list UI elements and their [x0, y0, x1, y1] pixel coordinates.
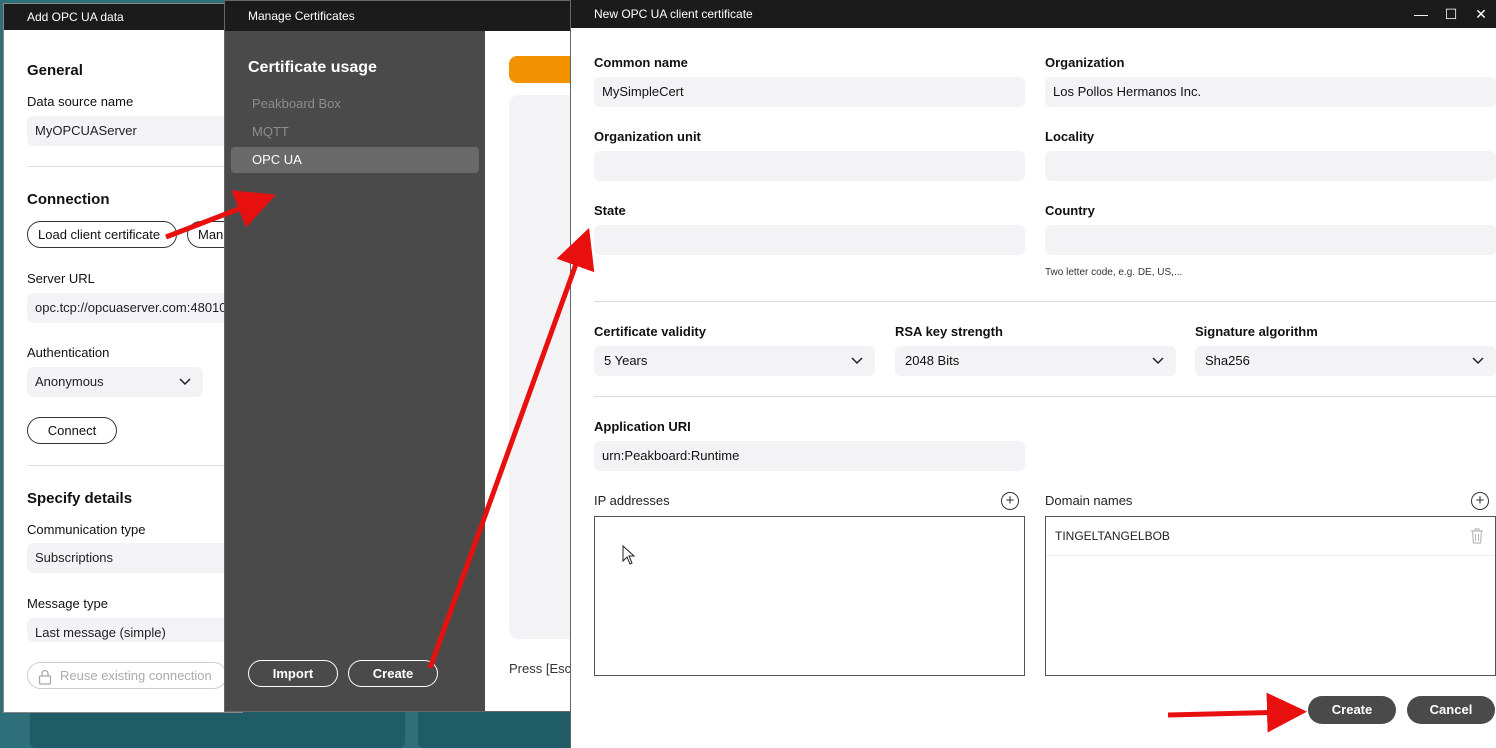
country-label: Country: [1045, 203, 1095, 218]
connect-button[interactable]: Connect: [27, 417, 117, 444]
signature-algorithm-label: Signature algorithm: [1195, 324, 1318, 339]
server-url-input[interactable]: opc.tcp://opcuaserver.com:48010: [27, 293, 244, 323]
communication-type-select[interactable]: Subscriptions: [27, 543, 244, 573]
domain-names-list: TINGELTANGELBOB: [1045, 516, 1496, 676]
rsa-key-strength-value: 2048 Bits: [905, 353, 960, 368]
window-title: New OPC UA client certificate: [571, 0, 1496, 28]
authentication-value: Anonymous: [35, 374, 104, 389]
application-uri-input[interactable]: urn:Peakboard:Runtime: [594, 441, 1025, 471]
signature-algorithm-select[interactable]: Sha256: [1195, 346, 1496, 376]
organization-unit-label: Organization unit: [594, 129, 701, 144]
certificate-usage-heading: Certificate usage: [248, 59, 377, 76]
domain-names-label: Domain names: [1045, 493, 1133, 508]
locality-input[interactable]: [1045, 151, 1496, 181]
ip-addresses-list[interactable]: [594, 516, 1025, 676]
organization-label: Organization: [1045, 55, 1125, 70]
create-certificate-button[interactable]: Create: [348, 660, 438, 687]
application-uri-label: Application URI: [594, 419, 691, 434]
close-icon[interactable]: ✕: [1466, 0, 1496, 28]
divider: [594, 396, 1496, 397]
state-label: State: [594, 203, 626, 218]
import-button[interactable]: Import: [248, 660, 338, 687]
message-type-label: Message type: [27, 596, 108, 611]
ip-addresses-label: IP addresses: [594, 493, 670, 508]
data-source-name-label: Data source name: [27, 94, 134, 109]
country-hint: Two letter code, e.g. DE, US,...: [1045, 267, 1183, 278]
lock-icon: [38, 668, 52, 688]
add-opcua-data-window: Add OPC UA data General Data source name…: [3, 3, 247, 713]
certificate-usage-sidebar: Certificate usage Peakboard Box MQTT OPC…: [225, 31, 485, 711]
cancel-button[interactable]: Cancel: [1407, 696, 1495, 724]
reuse-existing-connection-label: Reuse existing connection: [60, 668, 212, 683]
list-item[interactable]: TINGELTANGELBOB: [1046, 517, 1495, 556]
escape-hint: Press [Esc: [509, 661, 572, 676]
organization-unit-input[interactable]: [594, 151, 1025, 181]
organization-input[interactable]: Los Pollos Hermanos Inc.: [1045, 77, 1496, 107]
signature-algorithm-value: Sha256: [1205, 353, 1250, 368]
state-input[interactable]: [594, 225, 1025, 255]
load-client-certificate-button[interactable]: Load client certificate: [27, 221, 177, 248]
new-opcua-client-certificate-window: New OPC UA client certificate — ☐ ✕ Comm…: [570, 0, 1496, 748]
certificate-validity-label: Certificate validity: [594, 324, 706, 339]
chevron-down-icon: [1152, 346, 1164, 387]
general-heading: General: [27, 62, 83, 79]
window-title: Manage Certificates: [225, 1, 583, 31]
create-button[interactable]: Create: [1308, 696, 1396, 724]
chevron-down-icon: [1472, 346, 1484, 387]
country-input[interactable]: [1045, 225, 1496, 255]
sidebar-item-mqtt[interactable]: MQTT: [231, 119, 479, 145]
domain-name-text: TINGELTANGELBOB: [1055, 529, 1170, 543]
authentication-label: Authentication: [27, 345, 110, 360]
add-ip-address-icon[interactable]: +: [1001, 492, 1019, 510]
reuse-existing-connection-button[interactable]: Reuse existing connection: [27, 662, 227, 689]
mouse-cursor-icon: [622, 544, 636, 568]
specify-details-heading: Specify details: [27, 490, 133, 507]
manage-certificates-window: Manage Certificates Certificate usage Pe…: [224, 0, 589, 712]
common-name-input[interactable]: MySimpleCert: [594, 77, 1025, 107]
chevron-down-icon: [851, 346, 863, 387]
add-domain-name-icon[interactable]: +: [1471, 492, 1489, 510]
certificate-validity-value: 5 Years: [604, 353, 648, 368]
rsa-key-strength-label: RSA key strength: [895, 324, 1003, 339]
divider: [27, 465, 244, 466]
certificate-validity-select[interactable]: 5 Years: [594, 346, 875, 376]
data-source-name-input[interactable]: MyOPCUAServer: [27, 116, 244, 146]
rsa-key-strength-select[interactable]: 2048 Bits: [895, 346, 1176, 376]
divider: [594, 301, 1496, 302]
authentication-select[interactable]: Anonymous: [27, 367, 203, 397]
sidebar-item-opc-ua[interactable]: OPC UA: [231, 147, 479, 173]
server-url-label: Server URL: [27, 271, 95, 286]
connection-heading: Connection: [27, 191, 110, 208]
locality-label: Locality: [1045, 129, 1095, 144]
chevron-down-icon: [179, 367, 191, 397]
minimize-icon[interactable]: —: [1406, 0, 1436, 28]
window-title: Add OPC UA data: [4, 4, 242, 30]
sidebar-item-peakboard-box[interactable]: Peakboard Box: [231, 91, 479, 117]
common-name-label: Common name: [594, 55, 688, 70]
message-type-select[interactable]: Last message (simple): [27, 618, 244, 642]
trash-icon[interactable]: [1469, 527, 1485, 548]
communication-type-label: Communication type: [27, 522, 146, 537]
maximize-icon[interactable]: ☐: [1436, 0, 1466, 28]
divider: [27, 166, 244, 167]
